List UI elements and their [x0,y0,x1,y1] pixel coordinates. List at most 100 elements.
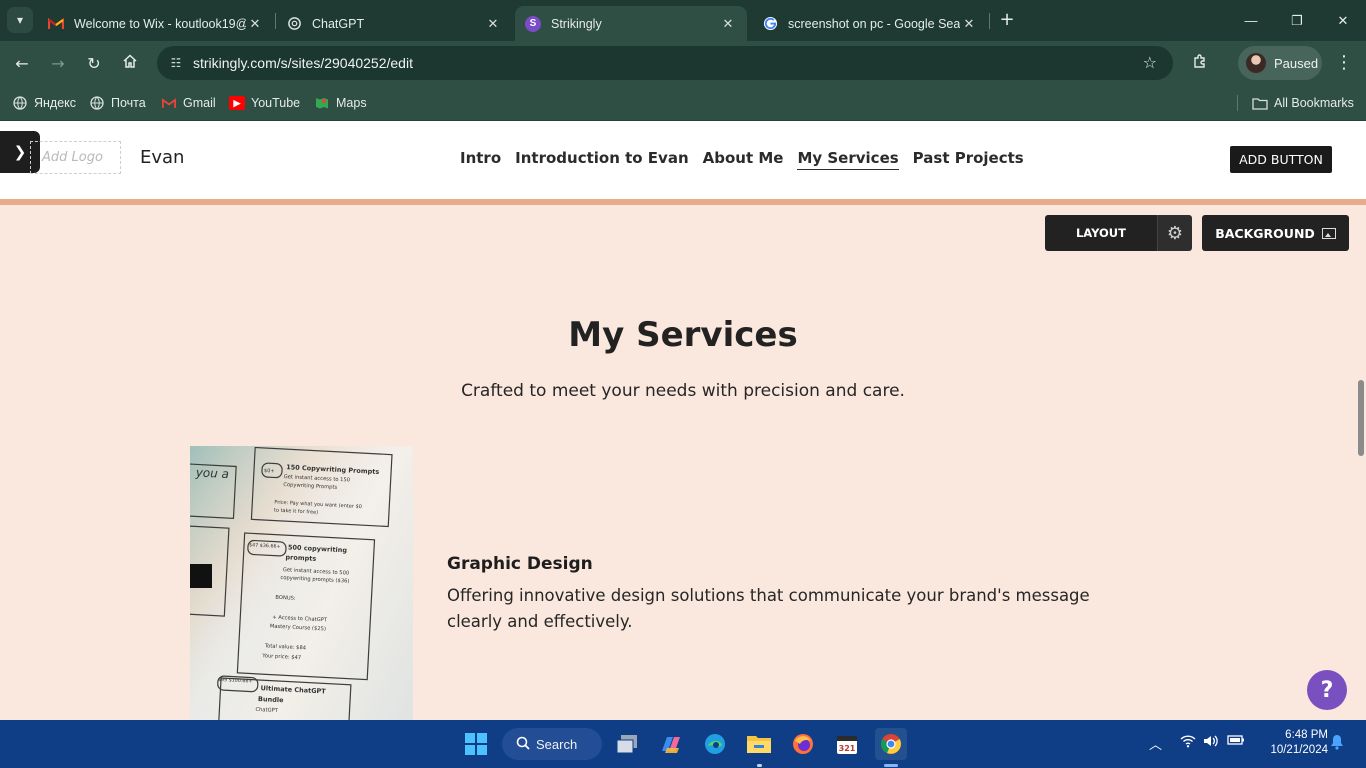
site-name[interactable]: Evan [140,147,184,168]
taskbar-search[interactable]: Search [502,728,602,760]
tab-strikingly[interactable]: S Strikingly ✕ [515,6,747,41]
reload-icon: ↻ [87,53,101,73]
profile-status: Paused [1274,55,1319,71]
close-icon[interactable]: ✕ [960,16,978,32]
chevron-right-icon: ❯ [13,143,27,161]
layout-button[interactable]: LAYOUT [1045,215,1157,251]
chrome-icon [881,734,901,754]
profile-button[interactable]: Paused [1238,46,1322,80]
nav-item-introduction-to-evan[interactable]: Introduction to Evan [515,149,688,170]
new-tab-button[interactable]: + [996,9,1018,31]
arrow-left-icon: ← [15,53,29,73]
tab-chatgpt[interactable]: ChatGPT ✕ [276,6,512,41]
back-button[interactable]: ← [9,50,35,76]
section-title[interactable]: My Services [0,315,1366,355]
image-text: Copywriting Prompts [283,481,338,491]
all-bookmarks-button[interactable]: All Bookmarks [1252,93,1354,113]
tab-wix[interactable]: Welcome to Wix - koutlook19@ ✕ [38,6,274,41]
nav-item-past-projects[interactable]: Past Projects [913,149,1024,170]
tab-search-button[interactable]: ▾ [7,7,33,33]
image-text: prompts [285,553,317,563]
close-icon[interactable]: ✕ [719,16,737,32]
service-image[interactable]: you a $0+ 150 Copywriting Prompts Get in… [190,446,413,720]
bookmark-maps[interactable]: Maps [314,93,367,113]
nav-item-my-services[interactable]: My Services [797,149,899,170]
restore-button[interactable]: ❐ [1274,0,1320,41]
copilot-button[interactable] [655,728,687,760]
battery-icon[interactable] [1227,734,1245,750]
address-bar[interactable]: ☷ strikingly.com/s/sites/29040252/edit ☆ [157,46,1173,80]
firefox-button[interactable] [787,728,819,760]
calendar-app-button[interactable]: 321 [831,728,863,760]
search-icon [516,736,530,753]
background-label: BACKGROUND [1215,225,1315,241]
image-text: you a [195,465,230,482]
notification-bell-icon[interactable] [1330,734,1344,754]
minimize-button[interactable]: — [1228,0,1274,41]
image-text: ChatGPT [255,706,279,715]
browser-toolbar: ← → ↻ ☷ strikingly.com/s/sites/29040252/… [0,41,1366,85]
page-scrollbar[interactable] [1358,380,1364,456]
youtube-icon: ▶ [229,96,245,110]
close-window-button[interactable]: ✕ [1320,0,1366,41]
close-icon[interactable]: ✕ [246,16,264,32]
bookmark-pochta[interactable]: Почта [89,93,146,113]
home-button[interactable] [117,50,143,76]
url-text[interactable]: strikingly.com/s/sites/29040252/edit [193,55,413,71]
chevron-down-icon: ▾ [16,13,24,27]
bookmarks-divider [1237,95,1238,111]
question-icon: ? [1320,677,1334,703]
volume-icon[interactable] [1203,734,1219,752]
background-button[interactable]: BACKGROUND [1202,215,1349,251]
service-description[interactable]: Offering innovative design solutions tha… [447,583,1147,635]
bookmark-gmail[interactable]: Gmail [161,93,216,113]
home-icon [122,53,138,73]
nav-item-about-me[interactable]: About Me [703,149,784,170]
close-icon: ✕ [1337,12,1349,28]
site-info-icon[interactable]: ☷ [167,56,185,70]
gmail-icon [161,96,177,110]
gmail-icon [48,16,64,32]
chatgpt-icon [286,16,302,32]
bookmark-yandex[interactable]: Яндекс [12,93,76,113]
globe-icon [12,96,28,110]
browser-tab-strip: ▾ Welcome to Wix - koutlook19@ ✕ ChatGPT… [0,0,1366,41]
bookmark-star-icon[interactable]: ☆ [1143,53,1157,72]
tab-title: ChatGPT [312,16,365,31]
tab-divider [989,13,990,29]
chrome-button[interactable] [875,728,907,760]
running-indicator [757,764,762,767]
section-settings-button[interactable]: ⚙ [1157,215,1192,251]
add-button[interactable]: ADD BUTTON [1230,146,1332,173]
plus-icon: + [999,9,1015,30]
close-icon[interactable]: ✕ [484,16,502,32]
maps-icon [314,96,330,110]
help-button[interactable]: ? [1307,670,1347,710]
extensions-button[interactable] [1187,50,1213,76]
wifi-icon[interactable] [1180,734,1196,752]
browser-menu-button[interactable]: ⋮ [1332,50,1356,76]
bookmark-youtube[interactable]: ▶ YouTube [229,93,300,113]
section-subtitle[interactable]: Crafted to meet your needs with precisio… [0,381,1366,401]
taskbar-search-label: Search [536,736,578,752]
edge-button[interactable] [699,728,731,760]
taskbar-clock[interactable]: 6:48 PM 10/21/2024 [1256,728,1328,758]
service-title[interactable]: Graphic Design [447,554,593,574]
tab-google[interactable]: screenshot on pc - Google Sear ✕ [752,6,988,41]
forward-button[interactable]: → [45,50,71,76]
add-logo-placeholder[interactable]: Add Logo [30,141,121,174]
nav-item-intro[interactable]: Intro [460,149,501,170]
all-bookmarks-label: All Bookmarks [1274,96,1354,110]
chevron-up-icon: ︿ [1149,738,1163,753]
file-explorer-button[interactable] [743,728,775,760]
puzzle-icon [1192,53,1208,73]
task-view-button[interactable] [611,728,643,760]
image-icon [1321,227,1336,239]
image-text: 500 copywriting [287,543,348,555]
image-text: $0+ [263,467,275,475]
bookmark-label: Почта [111,96,146,110]
tray-overflow-button[interactable]: ︿ [1149,734,1162,753]
reload-button[interactable]: ↻ [81,50,107,76]
arrow-right-icon: → [51,53,65,73]
start-button[interactable] [460,728,492,760]
